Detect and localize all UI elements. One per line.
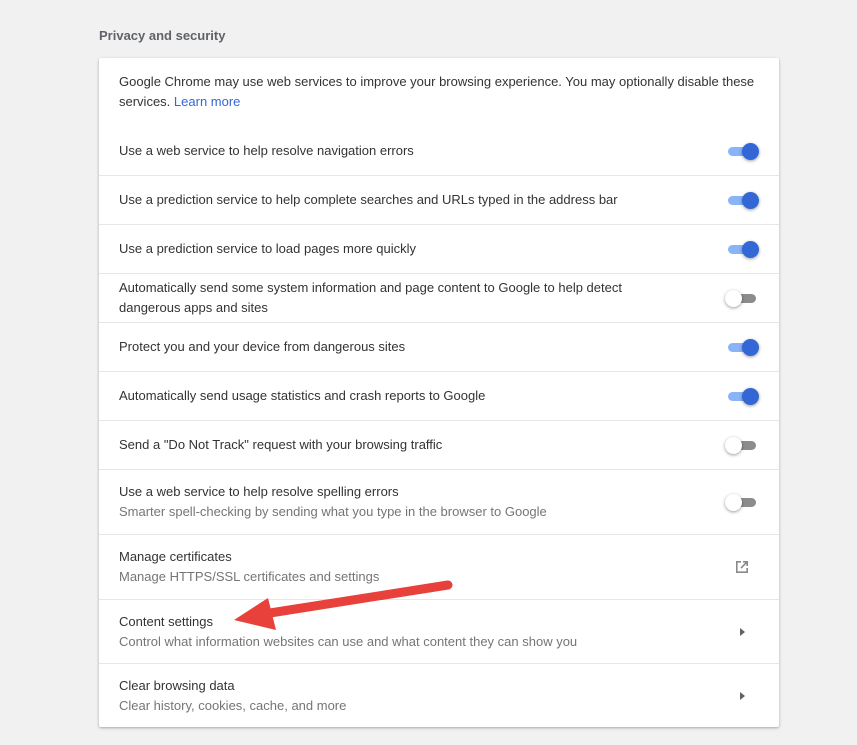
section-title: Privacy and security (99, 28, 226, 43)
setting-sublabel: Clear history, cookies, cache, and more (119, 697, 347, 713)
setting-label: Use a prediction service to load pages m… (119, 241, 416, 256)
setting-text: Content settings Control what information… (119, 612, 725, 652)
setting-text: Automatically send some system informati… (119, 278, 725, 318)
toggle-knob (742, 241, 759, 258)
chevron-right-icon-shape (739, 627, 745, 636)
toggle-switch-prediction-load[interactable] (725, 239, 759, 259)
toggle-switch-do-not-track[interactable] (725, 435, 759, 455)
toggle-knob (742, 339, 759, 356)
toggle-switch-safe-browsing-extended[interactable] (725, 288, 759, 308)
setting-row-protect-dangerous-sites[interactable]: Protect you and your device from dangero… (99, 322, 779, 371)
toggle-knob (725, 494, 742, 511)
setting-text: Send a "Do Not Track" request with your … (119, 435, 725, 455)
setting-row-content-settings[interactable]: Content settings Control what information… (99, 599, 779, 663)
setting-row-prediction-load[interactable]: Use a prediction service to load pages m… (99, 224, 779, 273)
setting-text: Use a web service to help resolve naviga… (119, 141, 725, 161)
toggle-switch-prediction-search[interactable] (725, 190, 759, 210)
setting-sublabel: Control what information websites can us… (119, 633, 578, 649)
setting-text: Use a prediction service to help complet… (119, 190, 725, 210)
intro-row: Google Chrome may use web services to im… (99, 58, 779, 126)
setting-label: Protect you and your device from dangero… (119, 339, 406, 354)
toggle-switch-spelling-service[interactable] (725, 492, 759, 512)
setting-text: Use a prediction service to load pages m… (119, 239, 725, 259)
setting-row-manage-certificates[interactable]: Manage certificates Manage HTTPS/SSL cert… (99, 534, 779, 599)
toggle-knob (742, 388, 759, 405)
setting-row-prediction-search[interactable]: Use a prediction service to help complet… (99, 175, 779, 224)
setting-text: Use a web service to help resolve spelli… (119, 482, 725, 522)
chevron-right-icon[interactable] (725, 627, 759, 636)
toggle-switch-protect-dangerous-sites[interactable] (725, 337, 759, 357)
toggle-knob (742, 142, 759, 160)
setting-label: Automatically send usage statistics and … (119, 388, 486, 403)
setting-label: Clear browsing data (119, 677, 235, 693)
external-link-icon[interactable] (725, 559, 759, 575)
privacy-card: Google Chrome may use web services to im… (99, 58, 779, 727)
setting-row-do-not-track[interactable]: Send a "Do Not Track" request with your … (99, 420, 779, 469)
chevron-right-icon[interactable] (725, 691, 759, 700)
chevron-right-icon-shape (739, 691, 745, 700)
setting-row-spelling-service[interactable]: Use a web service to help resolve spelli… (99, 469, 779, 534)
setting-text: Clear browsing data Clear history, cookie… (119, 676, 725, 716)
setting-label: Use a prediction service to help complet… (119, 192, 618, 207)
setting-sublabel: Smarter spell-checking by sending what y… (119, 504, 547, 519)
setting-label: Use a web service to help resolve naviga… (119, 142, 414, 158)
setting-row-safe-browsing-extended[interactable]: Automatically send some system informati… (99, 273, 779, 322)
setting-label: Send a "Do Not Track" request with your … (119, 437, 443, 452)
setting-row-usage-statistics[interactable]: Automatically send usage statistics and … (99, 371, 779, 420)
setting-label: Manage certificates (119, 549, 232, 564)
setting-text: Automatically send usage statistics and … (119, 386, 725, 406)
toggle-knob (725, 437, 742, 454)
setting-label: Use a web service to help resolve spelli… (119, 484, 399, 499)
setting-label: Content settings (119, 613, 213, 629)
setting-sublabel: Manage HTTPS/SSL certificates and settin… (119, 569, 380, 584)
toggle-switch-navigation-errors[interactable] (725, 141, 759, 161)
setting-text: Manage certificates Manage HTTPS/SSL cert… (119, 547, 725, 587)
setting-label: Automatically send some system informati… (119, 280, 622, 315)
setting-text: Protect you and your device from dangero… (119, 337, 725, 357)
setting-row-navigation-errors[interactable]: Use a web service to help resolve naviga… (99, 126, 779, 175)
toggle-knob (742, 192, 759, 209)
learn-more-link[interactable]: Learn more (174, 94, 240, 109)
intro-text: Google Chrome may use web services to im… (119, 72, 759, 112)
toggle-knob (725, 290, 742, 307)
setting-row-clear-browsing-data[interactable]: Clear browsing data Clear history, cookie… (99, 663, 779, 727)
toggle-switch-usage-statistics[interactable] (725, 386, 759, 406)
